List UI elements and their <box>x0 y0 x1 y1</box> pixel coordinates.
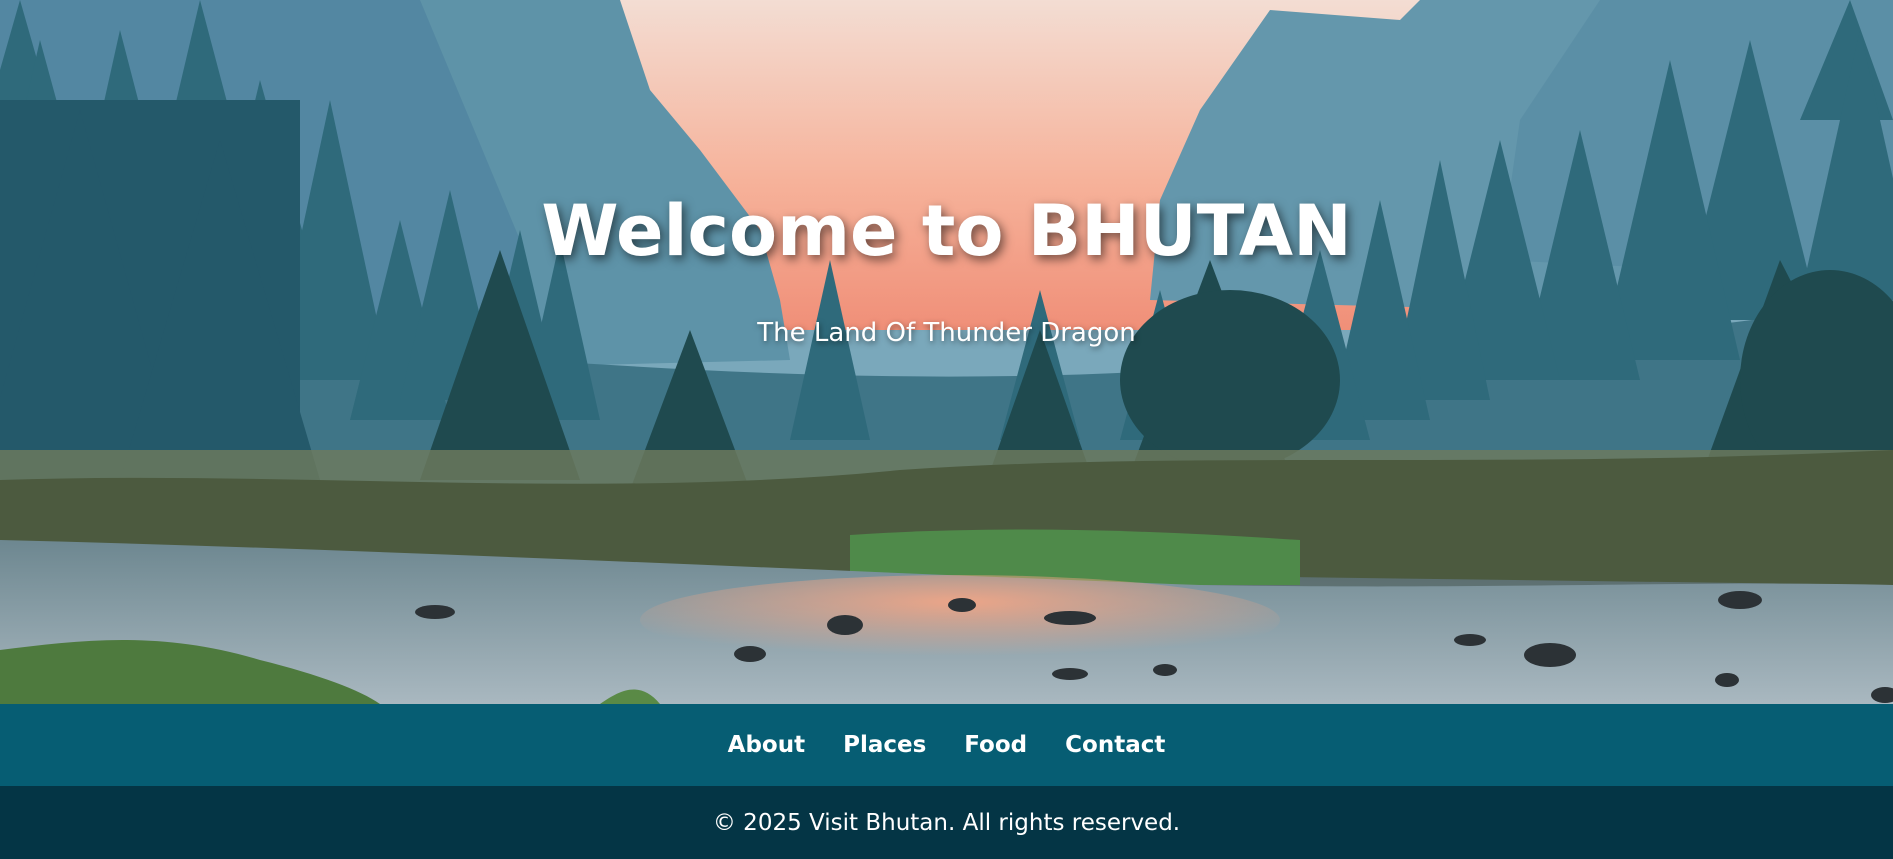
nav-link-about[interactable]: About <box>728 732 805 758</box>
hero-subtitle: The Land Of Thunder Dragon <box>757 318 1136 348</box>
footer-copyright: © 2025 Visit Bhutan. All rights reserved… <box>712 809 1181 836</box>
nav-link-food[interactable]: Food <box>964 732 1027 758</box>
hero-banner: Welcome to BHUTAN The Land Of Thunder Dr… <box>0 0 1893 704</box>
main-navigation: About Places Food Contact <box>0 704 1893 786</box>
page-footer: © 2025 Visit Bhutan. All rights reserved… <box>0 786 1893 859</box>
nav-link-contact[interactable]: Contact <box>1065 732 1165 758</box>
hero-title: Welcome to BHUTAN <box>541 190 1352 272</box>
nav-link-places[interactable]: Places <box>843 732 926 758</box>
hero-background-image <box>0 0 1893 704</box>
